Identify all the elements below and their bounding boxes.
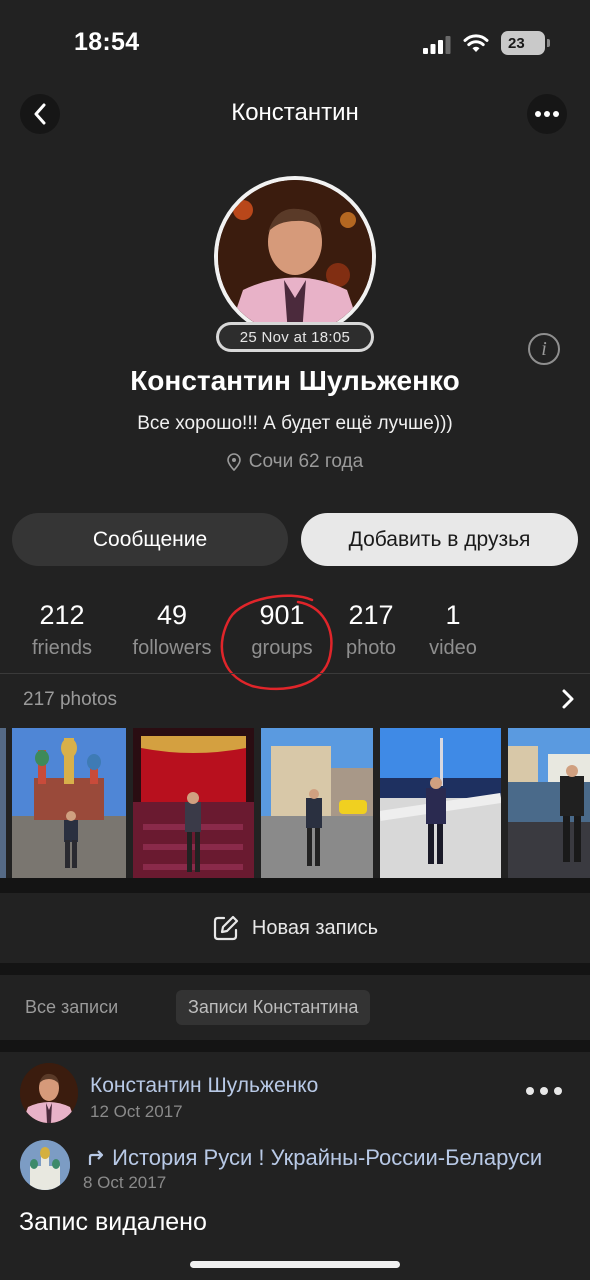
repost-date: 8 Oct 2017 (83, 1173, 167, 1192)
avatar-photo (218, 180, 372, 334)
repost-source-avatar[interactable] (20, 1140, 70, 1190)
last-seen-badge: 25 Nov at 18:05 (216, 322, 374, 352)
info-icon[interactable]: i (528, 333, 560, 365)
photo-red-square (12, 728, 126, 878)
divider (0, 673, 590, 674)
post-author-avatar[interactable] (20, 1063, 78, 1123)
counter-value: 217 (348, 600, 394, 630)
counter-photo[interactable]: 217 photo (336, 600, 406, 660)
status-time: 18:54 (74, 28, 140, 56)
counter-friends[interactable]: 212 friends (22, 600, 102, 660)
add-friend-button[interactable]: Добавить в друзья (301, 513, 578, 566)
photo-thumbnail[interactable] (133, 728, 254, 878)
photo-thumbnail[interactable] (380, 728, 501, 878)
post-date: 12 Oct 2017 (90, 1102, 183, 1121)
photo-theatre (133, 728, 254, 878)
counter-label: friends (31, 637, 93, 659)
new-post-button[interactable]: Новая запись (0, 893, 590, 963)
photo-embankment (380, 728, 501, 878)
counter-value: 1 (445, 600, 461, 630)
counter-followers[interactable]: 49 followers (124, 600, 220, 660)
repost-arrow-icon (88, 1150, 104, 1165)
compose-icon (213, 915, 238, 941)
battery-indicator: 23 (501, 31, 550, 55)
photo-river (508, 728, 590, 878)
profile-avatar[interactable] (214, 176, 376, 338)
section-gap (0, 878, 590, 893)
wifi-icon (463, 34, 489, 52)
counter-label: photo (345, 637, 397, 659)
repost-source[interactable]: История Руси ! Украйны-России-Беларуси (88, 1145, 568, 1171)
photos-section-title[interactable]: 217 photos (23, 689, 117, 711)
page-title: Константин (231, 99, 359, 126)
counter-label: video (429, 637, 477, 659)
battery-nub (547, 39, 550, 47)
author-photo (20, 1063, 78, 1123)
profile-location: Сочи 62 года (0, 451, 590, 473)
chevron-right-icon[interactable] (560, 688, 576, 710)
photo-thumbnail[interactable] (0, 728, 6, 878)
photo-thumbnail[interactable] (12, 728, 126, 878)
profile-name: Константин Шульженко (130, 365, 460, 396)
filter-own-posts[interactable]: Записи Константина (176, 990, 371, 1025)
counter-video[interactable]: 1 video (420, 600, 486, 660)
profile-status: Все хорошо!!! А будет ещё лучше))) (137, 413, 453, 434)
section-gap (0, 963, 590, 975)
location-pin-icon (226, 453, 241, 471)
photo-thumbnail[interactable] (261, 728, 373, 878)
more-dots-icon (535, 111, 559, 117)
location-text: Сочи 62 года (248, 451, 364, 472)
battery-level: 23 (508, 34, 525, 52)
more-options-button[interactable] (527, 94, 567, 134)
message-button[interactable]: Сообщение (12, 513, 288, 566)
cellular-signal-icon (423, 36, 451, 54)
last-seen-text: 25 Nov at 18:05 (219, 325, 371, 349)
new-post-label: Новая запись (251, 916, 379, 939)
section-gap (0, 1040, 590, 1052)
repost-source-name: История Руси ! Украйны-России-Беларуси (112, 1145, 543, 1170)
counter-value: 212 (39, 600, 85, 630)
home-indicator[interactable] (190, 1261, 400, 1268)
photo-street (261, 728, 373, 878)
post-more-icon[interactable] (524, 1084, 564, 1098)
post-author-name[interactable]: Константин Шульженко (90, 1074, 318, 1098)
counter-label: followers (132, 637, 212, 659)
hand-drawn-circle-annotation (220, 594, 333, 691)
church-photo (20, 1140, 70, 1190)
filter-all-posts[interactable]: Все записи (25, 997, 118, 1018)
post-text: Запис видалено (19, 1208, 207, 1236)
counter-value: 49 (156, 600, 188, 630)
photo-thumbnail[interactable] (508, 728, 590, 878)
